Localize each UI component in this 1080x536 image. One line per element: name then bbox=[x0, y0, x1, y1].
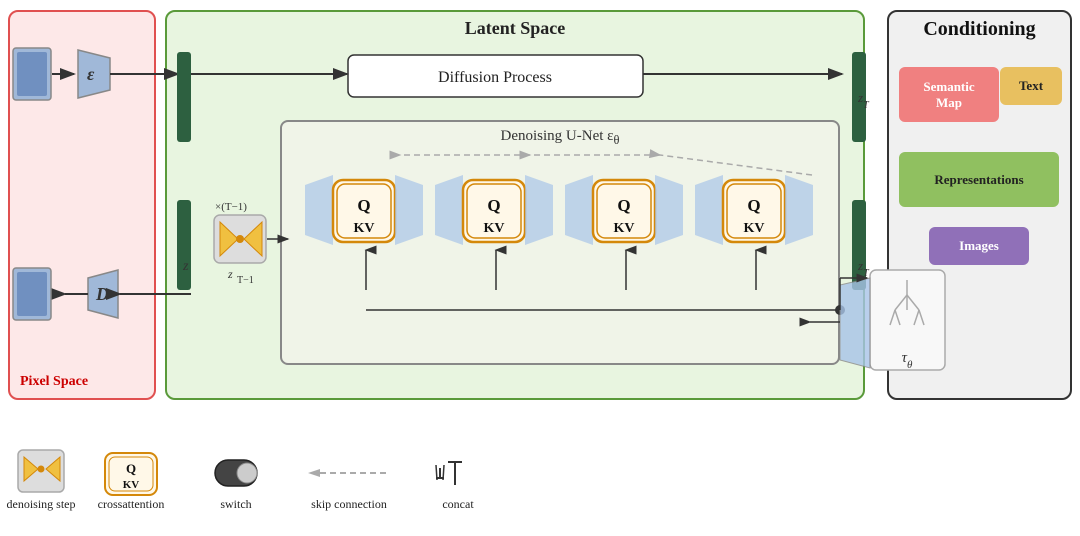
svg-text:denoising step: denoising step bbox=[7, 497, 76, 511]
svg-text:crossattention: crossattention bbox=[98, 497, 165, 511]
svg-text:Q: Q bbox=[126, 461, 136, 476]
svg-text:KV: KV bbox=[123, 479, 140, 491]
unet-box: Denoising U-Net εθ bbox=[280, 120, 840, 365]
cond-images: Images bbox=[929, 227, 1029, 265]
latent-space-label: Latent Space bbox=[465, 18, 566, 39]
pixel-space-box: Pixel Space bbox=[8, 10, 156, 400]
cond-semantic: SemanticMap bbox=[899, 67, 999, 122]
unet-label: Denoising U-Net εθ bbox=[501, 128, 620, 148]
cond-repr: Representations bbox=[899, 152, 1059, 207]
main-container: Pixel Space Latent Space Denoising U-Net… bbox=[0, 0, 1080, 536]
conditioning-label: Conditioning bbox=[923, 18, 1035, 41]
conditioning-box: Conditioning SemanticMap Text Representa… bbox=[887, 10, 1072, 400]
svg-text:skip connection: skip connection bbox=[311, 497, 387, 511]
svg-text:concat: concat bbox=[442, 497, 474, 511]
pixel-space-label: Pixel Space bbox=[20, 374, 88, 390]
svg-text:switch: switch bbox=[220, 497, 251, 511]
cond-text: Text bbox=[1000, 67, 1062, 105]
